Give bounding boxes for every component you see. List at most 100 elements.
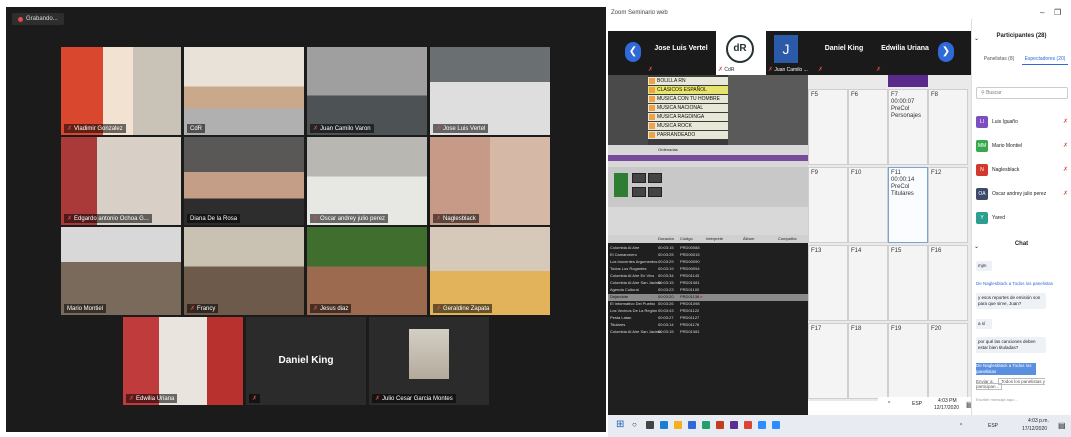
pause-button[interactable] — [648, 173, 662, 183]
table-row[interactable]: Colombia Al Aire 00:03:15 PRD00088 — [608, 245, 808, 252]
task-view-icon[interactable] — [646, 421, 654, 429]
video-tile[interactable]: ✗ Julio Cesar Garcia Montes — [369, 317, 489, 405]
video-tile[interactable]: ✗ Oscar andrey julio perez — [307, 137, 427, 225]
restore-button[interactable]: ❐ — [1054, 8, 1061, 17]
participant-name: CdR — [187, 124, 206, 133]
table-row-selected[interactable]: Dejándote 00:03:20 PRD01138 ● — [608, 294, 808, 301]
windows-start-icon[interactable]: ⊞ — [616, 419, 624, 430]
excel-icon[interactable] — [702, 421, 710, 429]
video-tile[interactable]: ✗ Jesus diaz — [307, 227, 427, 315]
speaker-thumb[interactable]: Edwilia Uriana ✗ — [874, 31, 936, 75]
tab-attendees[interactable]: Espectadores (20) — [1022, 53, 1068, 65]
app-icon[interactable] — [730, 421, 738, 429]
table-row[interactable]: Pesta Latan 00:03:27 PRD01127 — [608, 315, 808, 322]
tree-item[interactable]: PARRANDEADO — [648, 131, 728, 139]
stop-button[interactable] — [632, 173, 646, 183]
participant-row[interactable]: Y Yared — [976, 211, 1068, 225]
video-tile[interactable]: ✗ Geraldine Zapata — [430, 227, 550, 315]
cart-cell-selected[interactable]: F11 00:00:14 PreCol Titulares — [888, 167, 928, 243]
speaker-strip: ❮ Jose Luis Vertel ✗ dR ✗ CdR J ✗ Juan C… — [608, 31, 971, 75]
cart-cell[interactable]: F8 — [928, 89, 968, 165]
cart-cell[interactable]: F15 — [888, 245, 928, 321]
next-track-button[interactable] — [648, 187, 662, 197]
participant-name: Diana De la Rosa — [187, 214, 241, 223]
table-row[interactable]: Los Inocentes Argumentos 00:03:29 PRD00090 — [608, 259, 808, 266]
table-row[interactable]: El Camaronero 00:03:25 PRD00015 — [608, 252, 808, 259]
tree-item[interactable]: MUSICA RAGDINGA — [648, 113, 728, 121]
tree-item[interactable]: MUSICA CON TU HOMBRE — [648, 95, 728, 103]
video-tile[interactable]: Mario Montiel — [61, 227, 181, 315]
folder-icon[interactable] — [674, 421, 682, 429]
table-row[interactable]: Colombia Al Aire San Jacinto 00:03:15 PRD0… — [608, 329, 808, 336]
cart-cell[interactable]: F5 — [808, 89, 848, 165]
word-icon[interactable] — [688, 421, 696, 429]
chrome-icon[interactable] — [744, 421, 752, 429]
participant-row[interactable]: MM Mario Montiel ✗ — [976, 139, 1068, 153]
participant-row[interactable]: LI Luis Iguaño ✗ — [976, 115, 1068, 129]
cart-cell[interactable]: F6 — [848, 89, 888, 165]
video-tile[interactable]: ✗ Edwilia Uriana — [123, 317, 243, 405]
prev-page-button[interactable]: ❮ — [625, 42, 641, 62]
video-tile[interactable]: ✗ Vladimir Gonzalez — [61, 47, 181, 135]
table-row[interactable]: Agenda Cultural 00:03:23 PRD01100 — [608, 287, 808, 294]
cart-cell[interactable]: F13 — [808, 245, 848, 321]
minimize-button[interactable]: – — [1040, 8, 1044, 17]
next-page-button[interactable]: ❯ — [938, 42, 954, 62]
powerpoint-icon[interactable] — [716, 421, 724, 429]
mic-muted-icon: ✗ — [876, 67, 882, 73]
participant-row[interactable]: N Naglesblack ✗ — [976, 163, 1068, 177]
speaker-thumb[interactable]: Jose Luis Vertel ✗ — [646, 31, 716, 75]
video-tile[interactable]: ✗ Edgardo antonio Ochoa G... — [61, 137, 181, 225]
play-button[interactable] — [614, 173, 628, 197]
video-tile[interactable]: ✗ Naglesblack — [430, 137, 550, 225]
record-marker-icon: ● — [700, 294, 703, 299]
cart-cell[interactable]: F7 00:00:07 PreCol Personajes — [888, 89, 928, 165]
video-tile[interactable]: ✗ Juan Camilo Varon — [307, 47, 427, 135]
edge-icon[interactable] — [660, 421, 668, 429]
mic-muted-icon: ✗ — [67, 126, 73, 132]
cart-cell[interactable]: F20 — [928, 323, 968, 399]
speaker-thumb[interactable]: J ✗ Juan Camilo ... — [766, 31, 808, 75]
cart-cell[interactable]: F19 — [888, 323, 928, 399]
webinar-window: Zoom Seminario web – ❐ ❮ Jose Luis Verte… — [608, 7, 1071, 437]
tree-item[interactable]: BOLILLA RN — [648, 77, 728, 85]
cart-cell[interactable]: F9 — [808, 167, 848, 243]
table-row[interactable]: Colombia Al Aire San Jacinto 00:03:15 PRD0… — [608, 280, 808, 287]
cart-cell[interactable]: F12 — [928, 167, 968, 243]
notification-icon[interactable]: ▤ — [1058, 421, 1066, 430]
participant-row[interactable]: OA Oscar andrey julio perez ✗ — [976, 187, 1068, 201]
tree-item[interactable]: MUSICA NACIONAL — [648, 104, 728, 112]
chat-message: mjm — [976, 261, 992, 271]
search-icon[interactable]: ○ — [632, 420, 637, 429]
table-row[interactable]: Titulares 00:03:14 PRD01176 — [608, 322, 808, 329]
table-row[interactable]: Todos Los Rogantes 00:03:19 PRD00094 — [608, 266, 808, 273]
cart-cell[interactable]: F17 — [808, 323, 848, 399]
zoom-webinar-icon[interactable] — [772, 421, 780, 429]
table-row[interactable]: Los Vecinos De La Región 00:03:43 PRD01122 — [608, 308, 808, 315]
chat-input[interactable]: Escribir mensaje aquí... — [976, 397, 1068, 405]
cart-cell[interactable]: F14 — [848, 245, 888, 321]
speaker-name: Daniel King — [824, 45, 864, 52]
video-tile-active-speaker[interactable]: CdR — [184, 47, 304, 135]
speaker-thumb[interactable]: dR ✗ CdR — [716, 31, 766, 75]
cart-cell[interactable]: F10 — [848, 167, 888, 243]
radio-automation-app: BOLILLA RN CLASICOS ESPAÑOL MUSICA CON T… — [608, 75, 808, 415]
tab-panelists[interactable]: Panelistas (8) — [976, 53, 1022, 65]
speaker-thumb[interactable]: Daniel King ✗ — [816, 31, 872, 75]
video-tile[interactable]: Diana De la Rosa — [184, 137, 304, 225]
recording-indicator[interactable]: Grabando... — [12, 13, 64, 25]
prev-track-button[interactable] — [632, 187, 646, 197]
search-input[interactable]: ⚲ Buscar — [976, 87, 1068, 99]
zoom-icon[interactable] — [758, 421, 766, 429]
table-row[interactable]: El Informativo Del Pueblo 00:03:26 PRD0109… — [608, 301, 808, 308]
cart-cell[interactable]: F18 — [848, 323, 888, 399]
table-row[interactable]: Colombia Al Aire En Vivo 00:03:34 PRD01143 — [608, 273, 808, 280]
chevron-up-icon[interactable]: ^ — [888, 401, 890, 407]
tree-item[interactable]: CLASICOS ESPAÑOL — [648, 86, 728, 94]
chevron-up-icon[interactable]: ^ — [960, 423, 962, 429]
cart-cell[interactable]: F16 — [928, 245, 968, 321]
tree-item[interactable]: MUSICA ROCK — [648, 122, 728, 130]
video-tile[interactable]: ✗ Francy — [184, 227, 304, 315]
video-tile[interactable]: ✗ Jose Luis Vertel — [430, 47, 550, 135]
video-tile-no-video[interactable]: Daniel King ✗ — [246, 317, 366, 405]
